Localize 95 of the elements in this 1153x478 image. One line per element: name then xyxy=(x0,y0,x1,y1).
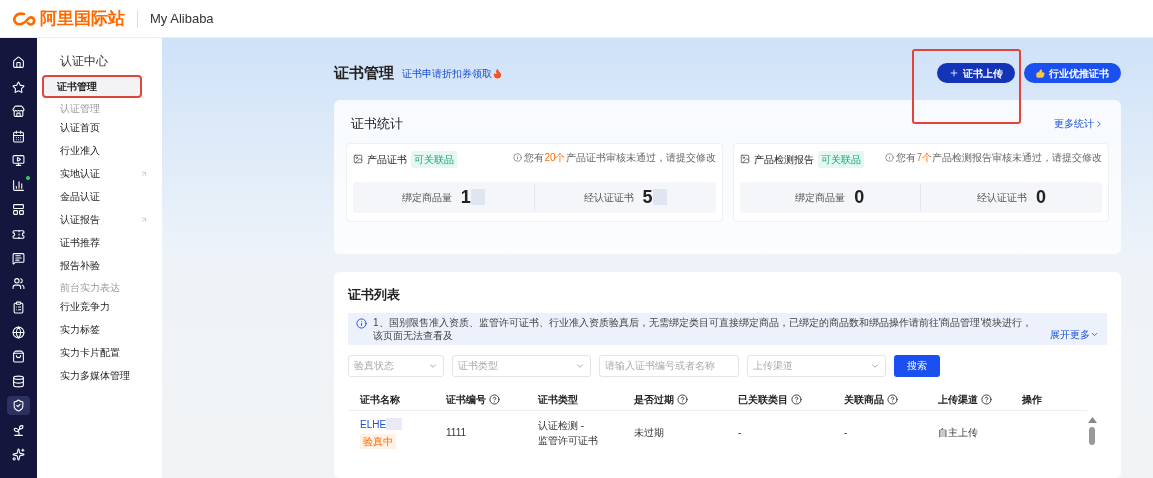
panel-title: 产品证书 xyxy=(367,152,407,167)
external-link-icon xyxy=(140,215,148,224)
help-icon xyxy=(791,393,802,405)
sidebar-group-label: 前台实力表达 xyxy=(59,281,121,295)
table-cell-text: - xyxy=(844,426,849,440)
metric-label: 绑定商品量 xyxy=(401,190,452,205)
info-icon xyxy=(885,152,895,162)
panel-title: 产品检测报告 xyxy=(753,152,814,167)
metric-value: 1 xyxy=(460,185,471,209)
sidebar-item[interactable]: 行业竞争力 xyxy=(42,295,158,318)
column-header: 证书编号 xyxy=(446,391,500,407)
expand-link[interactable]: 展开更多 xyxy=(1050,326,1099,342)
globe-icon xyxy=(12,325,25,339)
sidebar-item[interactable]: 实力卡片配置 xyxy=(42,341,158,364)
sidebar-item[interactable]: 报告补验 xyxy=(42,254,158,277)
table-cell-text: 自主上传 xyxy=(938,426,979,440)
sidebar-item[interactable]: 证书管理 xyxy=(42,75,142,98)
bar-chart-icon xyxy=(12,178,25,192)
thumbs-up-icon xyxy=(1036,68,1045,78)
home-icon xyxy=(12,56,25,69)
chevron-right-icon xyxy=(1094,118,1104,129)
recommend-button[interactable]: 行业优推证书 xyxy=(1024,63,1121,83)
card-title: 证书列表 xyxy=(348,286,401,304)
info-icon xyxy=(356,317,367,329)
page-title: 证书管理 xyxy=(334,62,394,83)
help-icon xyxy=(677,393,688,405)
search-button[interactable]: 搜索 xyxy=(894,354,940,377)
status-tag: 验真中 xyxy=(360,433,396,449)
help-icon xyxy=(981,393,992,405)
video-icon xyxy=(12,154,25,167)
notice-text: 您有20个产品证书审核未通过，请提交修改 xyxy=(524,150,716,164)
metric-value: 5 xyxy=(642,185,653,209)
table-cell-text: 认证检测 - 监管许可证书 xyxy=(538,418,599,448)
external-link-icon xyxy=(140,169,148,178)
notice-text: 1、国别限售准入资质、监管许可证书、行业准入资质验真后，无需绑定类目可直接绑定商品，已绑定的商品数和绑品操作请前往'商品管理'模块进行，该页面无法查看及 xyxy=(373,315,1034,342)
sidebar-item[interactable]: 实地认证 xyxy=(42,162,158,185)
table-cell-text: - xyxy=(738,426,743,440)
rail-button[interactable] xyxy=(7,396,30,415)
sidebar-item[interactable]: 实力标签 xyxy=(42,318,158,341)
sidebar-group-label: 认证管理 xyxy=(59,102,101,116)
promo-link[interactable]: 证书申请折扣券领取 xyxy=(402,65,503,81)
metric-label: 经认证证书 xyxy=(977,190,1028,205)
store-icon xyxy=(12,105,25,118)
image-icon xyxy=(353,154,363,164)
table-cell-text: 1111 xyxy=(446,426,468,440)
shield-check-icon xyxy=(12,399,25,412)
image-icon xyxy=(739,154,750,164)
sidebar-item[interactable]: 实力多媒体管理 xyxy=(42,364,158,387)
column-header: 上传渠道 xyxy=(938,391,992,407)
column-header: 关联商品 xyxy=(844,391,898,407)
scrollbar-thumb[interactable] xyxy=(1089,426,1095,445)
sidebar-item[interactable]: 金品认证 xyxy=(42,185,158,208)
flame-icon xyxy=(492,67,503,79)
notice-text: 您有7个产品检测报告审核未通过，请提交修改 xyxy=(896,150,1102,164)
sprout-icon xyxy=(12,423,25,437)
bag-icon xyxy=(12,350,25,363)
sidebar-item[interactable]: 行业准入 xyxy=(42,139,158,162)
help-icon xyxy=(887,393,898,405)
layout-icon xyxy=(12,203,25,216)
logo-icon xyxy=(12,10,36,27)
column-header: 是否过期 xyxy=(634,391,688,407)
certificate-link[interactable]: ELHE xyxy=(360,416,387,432)
database-icon xyxy=(12,374,25,388)
tag: 可关联品 xyxy=(817,150,864,168)
info-icon xyxy=(513,152,523,162)
column-header: 证书名称 xyxy=(360,392,400,407)
upload-button[interactable]: 证书上传 xyxy=(937,63,1015,83)
metric-label: 经认证证书 xyxy=(583,190,634,205)
tag: 可关联品 xyxy=(411,150,457,168)
sidebar-title: 认证中心 xyxy=(59,53,109,70)
star-icon xyxy=(12,80,25,94)
search-field[interactable]: 请输入证书编号或者名称 xyxy=(599,354,739,377)
sidebar-item[interactable]: 认证报告 xyxy=(42,208,158,231)
sidebar-item[interactable]: 证书推荐 xyxy=(42,231,158,254)
column-header: 已关联类目 xyxy=(738,391,802,407)
ticket-icon xyxy=(12,227,25,241)
column-header: 证书类型 xyxy=(538,392,578,407)
users-icon xyxy=(12,276,25,290)
sidebar-item[interactable]: 认证首页 xyxy=(42,116,158,139)
plus-icon xyxy=(949,68,959,78)
header-title: My Alibaba xyxy=(150,9,214,28)
logo-text: 阿里国际站 xyxy=(40,7,125,30)
sparkle-icon xyxy=(12,448,25,461)
metric-value: 0 xyxy=(854,185,865,209)
scroll-up-icon xyxy=(1087,416,1097,423)
clipboard-icon xyxy=(12,301,25,314)
message-icon xyxy=(12,252,25,265)
table-cell-text: 未过期 xyxy=(634,426,665,440)
metric-label: 绑定商品量 xyxy=(795,190,846,205)
column-header: 操作 xyxy=(1022,392,1042,407)
card-title: 证书统计 xyxy=(351,115,403,133)
calendar-icon xyxy=(12,129,25,143)
metric-value: 0 xyxy=(1036,185,1047,209)
more-stats-link[interactable]: 更多统计 xyxy=(1054,116,1104,132)
help-icon xyxy=(489,393,500,405)
